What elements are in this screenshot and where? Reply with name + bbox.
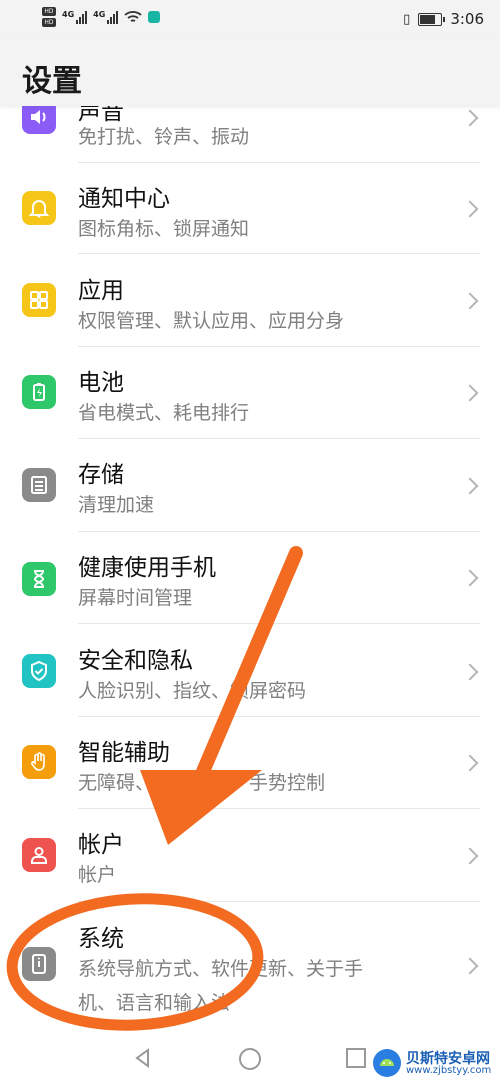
chevron-right-icon [461,957,479,975]
item-title: 帐户 [78,832,124,858]
battery-status-icon [418,12,446,26]
person-icon [22,838,56,872]
item-title: 安全和隐私 [78,648,193,674]
item-subtitle: 权限管理、默认应用、应用分身 [78,310,345,332]
item-subtitle: 清理加速 [78,494,155,516]
item-title: 智能辅助 [78,740,170,766]
chevron-right-icon [461,477,479,495]
storage-icon [22,468,56,502]
chevron-right-icon [461,754,479,772]
home-icon[interactable] [239,1048,261,1070]
settings-item-apps[interactable]: 应用 权限管理、默认应用、应用分身 [0,255,500,347]
chevron-right-icon [461,200,479,218]
system-icon [22,947,56,981]
item-subtitle: 屏幕时间管理 [78,587,193,609]
clock: 3:06 [450,10,484,28]
chevron-right-icon [461,292,479,310]
chevron-right-icon [461,847,479,865]
shield-icon [22,654,56,688]
status-bar: HD HD 4G 4G ▯ 3:06 [0,0,500,40]
settings-item-storage[interactable]: 存储 清理加速 [0,440,500,532]
item-subtitle: 免打扰、铃声、振动 [78,126,250,148]
settings-item-battery[interactable]: 电池 省电模式、耗电排行 [0,347,500,439]
hand-icon [22,745,56,779]
android-logo-icon [373,1049,401,1077]
app-notification-icon [148,11,161,23]
settings-item-security[interactable]: 安全和隐私 人脸识别、指纹、锁屏密码 [0,624,500,717]
wifi-icon [124,11,142,22]
settings-item-accounts[interactable]: 帐户 帐户 [0,810,500,902]
item-subtitle: 人脸识别、指纹、锁屏密码 [78,680,307,702]
recent-apps-icon[interactable] [346,1048,366,1068]
hd-badge-icon: HD HD [42,7,56,27]
item-title: 应用 [78,278,124,304]
bell-icon [22,191,56,225]
battery-icon [22,375,56,409]
item-title: 健康使用手机 [78,555,216,581]
hourglass-icon [22,562,56,596]
divider [78,438,480,439]
item-title: 通知中心 [78,186,170,212]
watermark-url: www.zjbstyy.com [406,1065,492,1076]
settings-item-notifications[interactable]: 通知中心 图标角标、锁屏通知 [0,163,500,255]
chevron-right-icon [461,663,479,681]
divider [78,253,480,254]
watermark: 贝斯特安卓网 www.zjbstyy.com [370,1046,498,1080]
settings-item-system[interactable]: 系统 系统导航方式、软件更新、关于手 机、语言和输入法 [0,903,500,1033]
item-subtitle: 省电模式、耗电排行 [78,402,250,424]
apps-grid-icon [22,283,56,317]
item-subtitle-line2: 机、语言和输入法 [78,992,231,1014]
back-icon[interactable] [133,1048,153,1068]
signal-icon: 4G [62,10,88,24]
page-title: 设置 [22,64,82,99]
chevron-right-icon [461,109,479,127]
item-title: 电池 [78,370,124,396]
divider [78,808,480,809]
chevron-right-icon [461,569,479,587]
item-subtitle: 图标角标、锁屏通知 [78,218,250,240]
item-subtitle: 帐户 [78,864,117,886]
divider [78,901,480,902]
settings-item-digital-balance[interactable]: 健康使用手机 屏幕时间管理 [0,532,500,624]
vibrate-icon: ▯ [403,11,411,27]
chevron-right-icon [461,384,479,402]
settings-item-smart-assistance[interactable]: 智能辅助 无障碍、智能识屏、手势控制 [0,717,500,809]
signal-icon: 4G [93,10,119,24]
page-header: 设置 [0,40,500,106]
item-title: 系统 [78,926,124,952]
item-title: 存储 [78,462,124,488]
item-subtitle: 无障碍、智能识屏、手势控制 [78,772,326,794]
settings-list: 声音 免打扰、铃声、振动 通知中心 图标角标、锁屏通知 应用 权限管理、默认应用… [0,0,500,1040]
item-subtitle: 系统导航方式、软件更新、关于手 [78,958,364,980]
